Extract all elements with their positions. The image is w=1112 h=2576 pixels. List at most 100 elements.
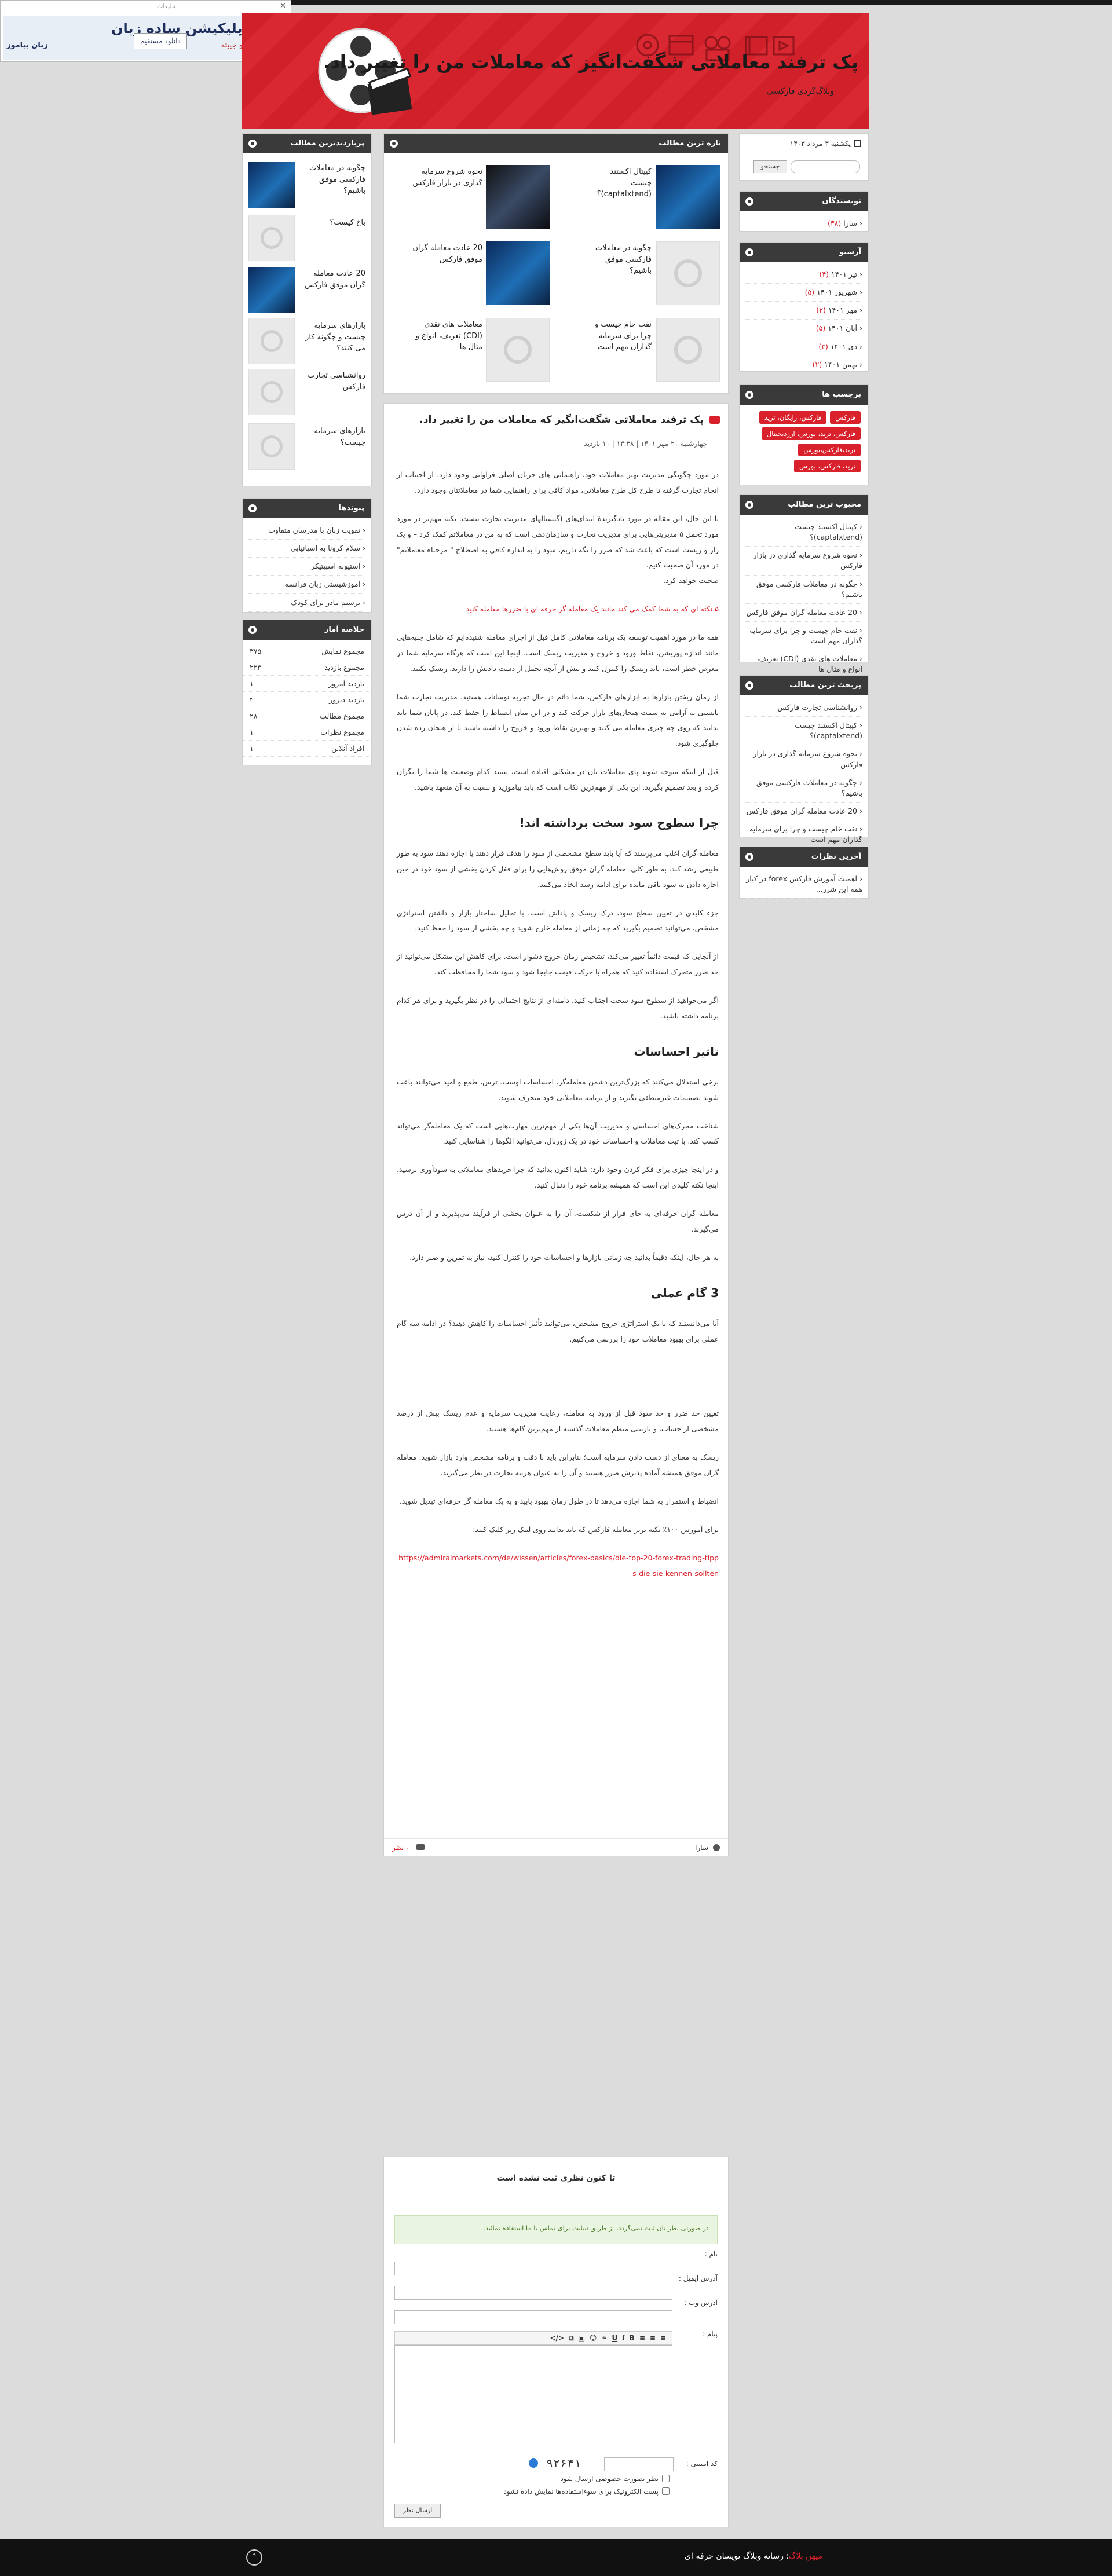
list-item[interactable]: تیر ۱۴۰۱ (۴) bbox=[745, 266, 862, 284]
archive-list: تیر ۱۴۰۱ (۴)شهریور ۱۴۰۱ (۵)مهر ۱۴۰۱ (۲)آ… bbox=[740, 262, 868, 378]
post-thumbnail[interactable] bbox=[486, 165, 550, 229]
list-item[interactable]: چگونه در معاملات فارکسی موفق باشیم؟ bbox=[745, 576, 862, 604]
post-link[interactable]: معاملات های نقدی (CDI) تعریف، انواع و مث… bbox=[407, 319, 482, 353]
list-item[interactable]: چگونه در معاملات فارکسی موفق باشیم؟ bbox=[745, 774, 862, 803]
list-item[interactable]: مهر ۱۴۰۱ (۲) bbox=[745, 302, 862, 320]
list-item[interactable]: روانشناسی تجارت فارکس bbox=[745, 699, 862, 717]
sidebar-post-link[interactable]: روانشناسی تجارت فارکس bbox=[296, 370, 365, 393]
post-comments-count[interactable]: ۰ نظر bbox=[392, 1844, 409, 1852]
post-paragraph: جزء کلیدی در تعیین سطح سود، درک ریسک و پ… bbox=[397, 908, 719, 933]
sidebar-post-link[interactable]: بازارهای سرمایه چیست و چگونه کار می کنند… bbox=[296, 320, 365, 354]
post-source-link[interactable]: https://admiralmarkets.com/de/wissen/art… bbox=[397, 1551, 719, 1582]
email-field[interactable] bbox=[394, 2286, 672, 2300]
submit-comment-button[interactable]: ارسال نظر bbox=[394, 2504, 441, 2518]
most-visited-heading: پربحث ترین مطالب bbox=[740, 676, 868, 695]
list-item[interactable]: تقویت زبان با مدرسان متفاوت bbox=[248, 522, 365, 540]
refresh-icon[interactable] bbox=[529, 2458, 538, 2468]
most-visited-widget: پربحث ترین مطالب روانشناسی تجارت فارکسکپ… bbox=[739, 675, 869, 849]
list-item[interactable]: معاملات های نقدی (CDI) تعریف، انواع و مث… bbox=[745, 650, 862, 679]
tag-link[interactable]: فارکس، ترید، بورس، ارزدیجیتال bbox=[761, 427, 861, 440]
search-button[interactable]: جستجو bbox=[753, 160, 787, 173]
post-thumbnail[interactable] bbox=[248, 318, 295, 364]
post-thumbnail[interactable] bbox=[486, 241, 550, 305]
align-left-icon[interactable]: ≡ bbox=[639, 2334, 645, 2342]
post-paragraph: تعیین حد ضرر و حد سود قبل از ورود به معا… bbox=[397, 1409, 719, 1434]
captcha-field[interactable] bbox=[604, 2457, 674, 2471]
tag-link[interactable]: ترید، فارکس، بورس bbox=[794, 460, 861, 472]
post-author[interactable]: سارا bbox=[695, 1844, 708, 1852]
tag-link[interactable]: فارکس، رایگان، ترید bbox=[759, 411, 827, 424]
post-thumbnail[interactable] bbox=[656, 165, 720, 229]
search-input[interactable] bbox=[791, 160, 860, 173]
close-icon[interactable]: ✕ bbox=[280, 2, 286, 10]
post-link[interactable]: نحوه شروع سرمایه گذاری در بازار فارکس bbox=[407, 166, 482, 189]
post-thumbnail[interactable] bbox=[248, 162, 295, 208]
image-icon[interactable]: ▣ bbox=[579, 2334, 585, 2342]
post-thumbnail[interactable] bbox=[248, 423, 295, 470]
message-field[interactable] bbox=[394, 2345, 672, 2443]
list-item[interactable]: سارا (۳۸) bbox=[745, 215, 862, 233]
list-item[interactable]: نفت خام چیست و چرا برای سرمایه گذاران مه… bbox=[745, 622, 862, 651]
private-checkbox[interactable] bbox=[662, 2475, 670, 2482]
list-item[interactable]: نحوه شروع سرمایه گذاری در بازار فارکس bbox=[745, 547, 862, 576]
stat-row: مجموع نمایش ۳۷۵ bbox=[243, 643, 371, 659]
website-field[interactable] bbox=[394, 2310, 672, 2324]
list-item[interactable]: ترسیم مادر برای کودک bbox=[248, 594, 365, 612]
loading-icon bbox=[504, 336, 532, 364]
post-link[interactable]: کپیتال اکستند چیست (captalxtend)؟ bbox=[587, 166, 652, 200]
list-item[interactable]: 20 عادت معامله گران موفق فارکس bbox=[745, 803, 862, 820]
post-thumbnail[interactable] bbox=[248, 267, 295, 313]
underline-icon[interactable]: U bbox=[612, 2334, 617, 2342]
comment-form-title: تا کنون نظری ثبت نشده است bbox=[496, 2174, 616, 2183]
list-item[interactable]: بهمن ۱۴۰۱ (۲) bbox=[745, 356, 862, 374]
post-thumbnail[interactable] bbox=[248, 215, 295, 261]
list-item[interactable]: شهریور ۱۴۰۱ (۵) bbox=[745, 284, 862, 302]
stat-row: بازدید دیروز ۴ bbox=[243, 692, 371, 708]
post-paragraph: همه ما در مورد اهمیت توسعه یک برنامه معا… bbox=[397, 633, 719, 673]
hide-email-checkbox[interactable] bbox=[662, 2487, 670, 2495]
tag-link[interactable]: ترید،فارکس،بورس bbox=[798, 444, 861, 456]
align-center-icon[interactable]: ≡ bbox=[650, 2334, 656, 2342]
post-thumbnail[interactable] bbox=[486, 318, 550, 382]
tag-link[interactable]: فارکس bbox=[830, 411, 861, 424]
footer-brand-link[interactable]: میهن بلاگ bbox=[789, 2552, 822, 2561]
list-item[interactable]: آبان ۱۴۰۱ (۵) bbox=[745, 320, 862, 338]
italic-icon[interactable]: I bbox=[622, 2334, 624, 2342]
stat-label: مجموع مطالب bbox=[320, 712, 364, 720]
site-footer: میهن بلاگ؛ رسانه وبلاگ نویسان حرفه ای ⌃ bbox=[0, 2539, 1112, 2576]
tags-list: فارکسفارکس، رایگان، ترید فارکس، ترید، بور… bbox=[740, 405, 868, 479]
site-title[interactable]: پک ترفند معاملاتی شگفت‌انگیز که معاملات … bbox=[323, 51, 858, 73]
list-item[interactable]: اموزشیستی زبان فرانسه bbox=[248, 576, 365, 594]
post-link[interactable]: 20 عادت معامله گران موفق فارکس bbox=[407, 243, 482, 265]
list-item[interactable]: نفت خام چیست و چرا برای سرمایه گذاران مه… bbox=[745, 820, 862, 849]
post-thumbnail[interactable] bbox=[656, 241, 720, 305]
post-title[interactable]: پک ترفند معاملاتی شگفت‌انگیز که معاملات … bbox=[419, 414, 704, 426]
bold-icon[interactable]: B bbox=[630, 2334, 635, 2342]
list-item[interactable]: نحوه شروع سرمایه گذاری در بازار فارکس bbox=[745, 745, 862, 774]
copy-icon[interactable]: ⧉ bbox=[569, 2334, 574, 2342]
list-item[interactable]: اهمیت آموزش فارکس forex در کنار همه این … bbox=[745, 870, 862, 899]
link-icon[interactable]: ⚭ bbox=[601, 2334, 607, 2342]
list-item[interactable]: سلام کرونا به اسپانیایی bbox=[248, 540, 365, 558]
post-thumbnail[interactable] bbox=[248, 369, 295, 415]
newest-heading: تازه ترین مطالب bbox=[384, 134, 728, 153]
sidebar-post-link[interactable]: باخ کیست؟ bbox=[296, 217, 365, 229]
post-link[interactable]: نفت خام چیست و چرا برای سرمایه گذاران مه… bbox=[587, 319, 652, 353]
list-item[interactable]: کپیتال اکستند چیست (captalxtend)؟ bbox=[745, 518, 862, 547]
align-right-icon[interactable]: ≡ bbox=[660, 2334, 666, 2342]
scroll-top-icon[interactable]: ⌃ bbox=[246, 2549, 262, 2566]
name-field[interactable] bbox=[394, 2262, 672, 2275]
sidebar-post-link[interactable]: چگونه در معاملات فارکسی موفق باشیم؟ bbox=[296, 163, 365, 197]
smiley-icon[interactable]: ☺ bbox=[590, 2334, 597, 2342]
post-paragraph: در مورد چگونگی مدیریت بهتر معاملات خود، … bbox=[397, 470, 719, 494]
post-thumbnail[interactable] bbox=[656, 318, 720, 382]
post-link[interactable]: چگونه در معاملات فارکسی موفق باشیم؟ bbox=[587, 243, 652, 277]
list-item[interactable]: استیونه اسپیتیکر bbox=[248, 558, 365, 576]
code-icon[interactable]: </> bbox=[550, 2334, 564, 2342]
sidebar-post-link[interactable]: بازارهای سرمایه چیست؟ bbox=[296, 426, 365, 448]
sidebar-post-link[interactable]: 20 عادت معامله گران موفق فارکس bbox=[296, 268, 365, 291]
list-item[interactable]: 20 عادت معامله گران موفق فارکس bbox=[745, 604, 862, 622]
ad-download-button[interactable]: دانلود مستقیم bbox=[134, 33, 187, 49]
list-item[interactable]: کپیتال اکستند چیست (captalxtend)؟ bbox=[745, 717, 862, 746]
list-item[interactable]: دی ۱۴۰۱ (۳) bbox=[745, 338, 862, 356]
